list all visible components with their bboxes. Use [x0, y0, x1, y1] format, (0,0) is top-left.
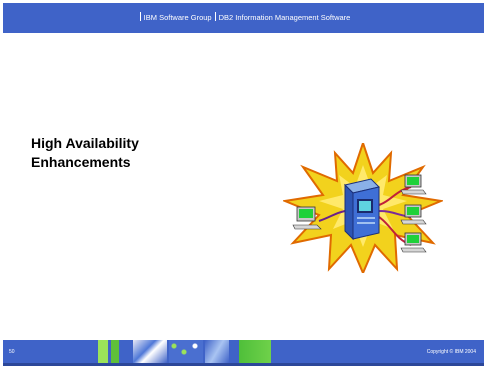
- header-text: IBM Software Group DB2 Information Manage…: [3, 3, 484, 33]
- footer-decoration: [239, 340, 271, 363]
- footer-decoration: [169, 340, 203, 363]
- title-line-2: Enhancements: [31, 154, 131, 170]
- slide: IBM Software Group DB2 Information Manage…: [3, 3, 484, 366]
- header-bar: IBM Software Group DB2 Information Manage…: [3, 3, 484, 33]
- workstation-right-1: [400, 174, 427, 195]
- header-product: DB2 Information Management Software: [218, 13, 351, 22]
- footer-decoration: [205, 340, 229, 363]
- server-tower: [344, 178, 380, 241]
- footer-bar: 50 Copyright © IBM 2004: [3, 340, 484, 366]
- header-group: IBM Software Group: [143, 13, 212, 22]
- footer-decoration: [98, 340, 108, 363]
- page-number: 50: [9, 349, 15, 355]
- footer-strip: [3, 363, 484, 366]
- footer-decoration: [111, 340, 119, 363]
- header-separator: [214, 12, 216, 21]
- server-network-icon: [283, 143, 443, 273]
- slide-title: High Availability Enhancements: [31, 134, 251, 172]
- title-line-1: High Availability: [31, 135, 139, 151]
- copyright-text: Copyright © IBM 2004: [426, 349, 476, 355]
- footer-decoration: [133, 340, 167, 363]
- header-separator: [139, 12, 141, 21]
